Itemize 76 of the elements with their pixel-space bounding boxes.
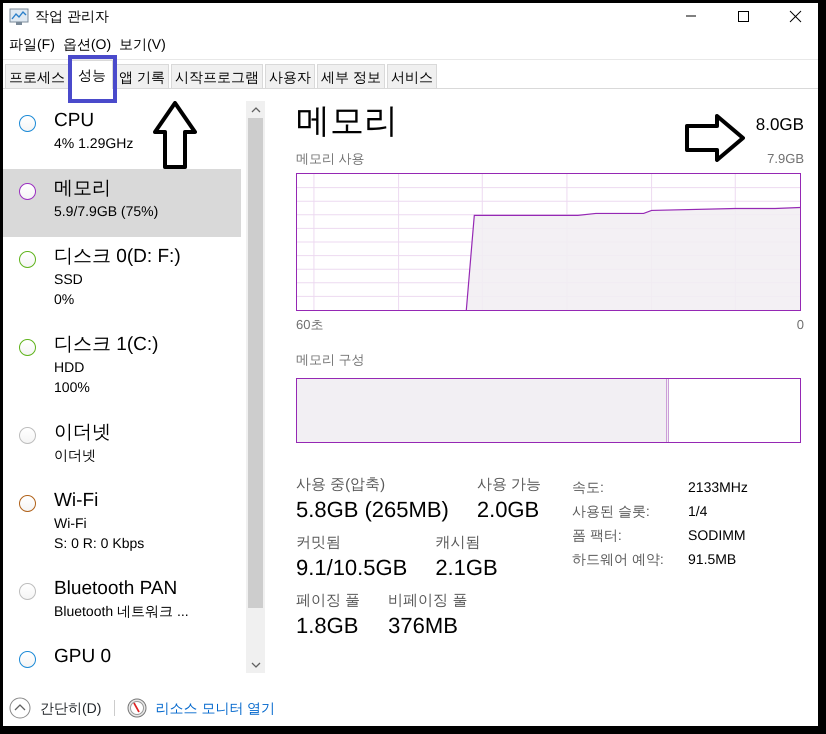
menu-item[interactable]: 보기(V): [115, 32, 170, 56]
item-detail: HDD: [54, 358, 86, 377]
collapse-button[interactable]: 간단히(D): [39, 696, 102, 720]
axis-label: 60초: [296, 316, 324, 334]
sidebar-item[interactable]: 이더넷 이더넷: [3, 413, 241, 481]
spec-value: 2133MHz: [688, 478, 748, 496]
item-detail: S: 0 R: 0 Kbps: [54, 534, 144, 553]
graph-label: 메모리 구성: [296, 351, 366, 369]
spec-value: 91.5MB: [688, 550, 736, 568]
stat-value: 2.0GB: [476, 496, 540, 524]
item-name: 메모리: [54, 177, 112, 201]
sidebar-item[interactable]: Wi-Fi Wi-Fi S: 0 R: 0 Kbps: [3, 481, 241, 569]
stat-label: 사용 중(압축): [296, 474, 386, 494]
sidebar-item[interactable]: 메모리 5.9/7.9GB (75%): [3, 169, 241, 237]
stat-label: 캐시됨: [435, 532, 482, 552]
stat-value: 5.8GB (265MB): [296, 496, 449, 524]
item-detail: 5.9/7.9GB (75%): [54, 202, 158, 221]
tab[interactable]: 프로세스: [5, 64, 69, 88]
sidebar-item[interactable]: CPU 4% 1.29GHz: [3, 101, 241, 169]
stat-label: 비페이징 풀: [388, 590, 468, 610]
item-name: 디스크 1(C:): [54, 333, 158, 357]
collapse-icon[interactable]: [9, 697, 31, 719]
sidebar-item[interactable]: 디스크 1(C:) HDD 100%: [3, 325, 241, 413]
tab[interactable]: 세부 정보: [316, 64, 385, 88]
gauge-icon: [127, 698, 148, 718]
tab[interactable]: 서비스: [386, 64, 437, 88]
up-arrow-drawing: [153, 101, 197, 170]
sidebar-item[interactable]: Bluetooth PAN Bluetooth 네트워크 ...: [3, 569, 241, 637]
item-detail: 4% 1.29GHz: [54, 134, 134, 153]
stat-value: 9.1/10.5GB: [296, 554, 408, 582]
item-name: 디스크 0(D: F:): [54, 245, 181, 269]
scroll-down-icon[interactable]: [250, 660, 262, 670]
item-name: 이더넷: [54, 421, 111, 445]
total-memory: 8.0GB: [756, 114, 804, 136]
stat-label: 사용 가능: [476, 474, 542, 494]
sidebar-item[interactable]: GPU 0: [3, 637, 241, 673]
item-detail: 100%: [54, 378, 91, 397]
item-detail: SSD: [54, 270, 84, 289]
highlight-box: [68, 55, 117, 103]
graph-label: 메모리 사용: [296, 150, 365, 168]
graph-max: 7.9GB: [767, 150, 804, 168]
spec-value: 1/4: [688, 502, 708, 520]
stat-value: 2.1GB: [435, 554, 498, 582]
sidebar-item[interactable]: 디스크 0(D: F:) SSD 0%: [3, 237, 241, 325]
menu-item[interactable]: 파일(F): [5, 32, 59, 56]
stat-value: 1.8GB: [296, 612, 360, 640]
scrollbar[interactable]: [246, 101, 265, 673]
right-arrow-drawing: [685, 114, 745, 162]
item-name: CPU: [54, 109, 96, 133]
menu-item[interactable]: 옵션(O): [58, 32, 116, 56]
spec-label: 폼 팩터:: [572, 526, 623, 544]
stat-label: 커밋됨: [296, 532, 342, 552]
axis-label: 0: [796, 316, 804, 334]
stat-label: 페이징 풀: [296, 590, 360, 610]
item-detail: Wi-Fi: [54, 514, 88, 533]
item-name: GPU 0: [54, 645, 112, 669]
spec-value: SODIMM: [688, 526, 746, 544]
tab[interactable]: 사용자: [264, 64, 315, 88]
spec-label: 사용된 슬롯:: [572, 502, 651, 520]
scroll-up-icon[interactable]: [250, 104, 262, 114]
item-name: Bluetooth PAN: [54, 577, 178, 601]
resource-monitor-link[interactable]: 리소스 모니터 열기: [155, 698, 276, 718]
tab[interactable]: 앱 기록: [115, 64, 169, 88]
tab[interactable]: 성능: [71, 60, 113, 89]
stat-value: 376MB: [388, 612, 459, 640]
spec-label: 하드웨어 예약:: [572, 550, 665, 568]
window-title: 작업 관리자: [35, 6, 109, 26]
app-icon: [9, 6, 29, 26]
item-name: Wi-Fi: [54, 489, 100, 513]
close-icon[interactable]: [786, 8, 804, 24]
item-detail: 이더넷: [54, 446, 97, 465]
panel-title: 메모리: [296, 101, 398, 141]
spec-label: 속도:: [572, 478, 605, 496]
item-detail: 0%: [54, 290, 76, 309]
item-detail: Bluetooth 네트워크 ...: [54, 602, 189, 621]
tab[interactable]: 시작프로그램: [170, 64, 263, 88]
